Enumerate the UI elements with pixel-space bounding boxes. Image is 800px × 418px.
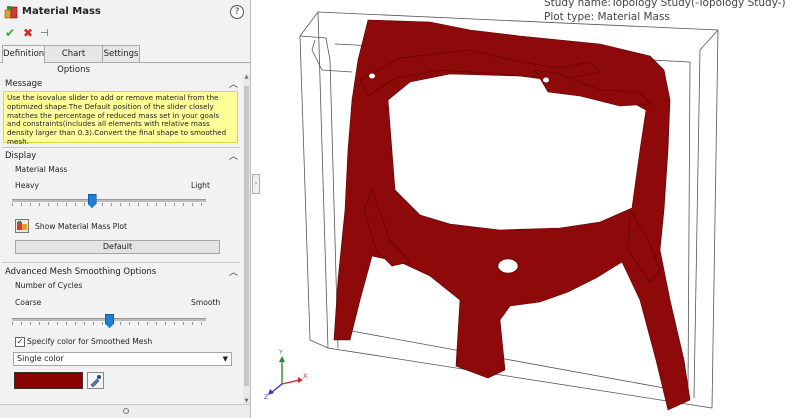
divider <box>2 262 240 263</box>
slider-ticks <box>12 203 206 206</box>
eyedropper-icon[interactable] <box>87 372 104 389</box>
color-mode-select[interactable]: Single color ▼ <box>13 352 232 366</box>
smooth-label: Smooth <box>191 298 221 307</box>
material-mass-label: Material Mass <box>15 165 68 174</box>
action-buttons: ✔ ✖ ⊣ <box>0 26 250 42</box>
show-plot-label[interactable]: Show Material Mass Plot <box>35 222 127 231</box>
tab-bar: Definition Chart Options Settings <box>0 45 250 75</box>
graphics-viewport[interactable]: Y X Z <box>260 0 800 418</box>
tab-definition[interactable]: Definition <box>2 45 45 63</box>
message-section-header[interactable]: Message ︿ <box>0 77 242 91</box>
cycles-slider-thumb[interactable] <box>105 314 114 328</box>
display-section-header[interactable]: Display ︿ <box>0 149 242 163</box>
display-header-label: Display <box>5 151 37 161</box>
tab-chart-options[interactable]: Chart Options <box>44 45 103 75</box>
chevron-down-icon: ▼ <box>222 355 228 363</box>
light-label: Light <box>191 181 210 190</box>
specify-color-checkbox[interactable]: ✓ <box>15 337 25 347</box>
message-header-label: Message <box>5 79 43 89</box>
part-hole <box>369 73 375 79</box>
ok-check-icon[interactable]: ✔ <box>5 26 15 40</box>
material-mass-slider-track[interactable] <box>12 199 206 202</box>
heavy-label: Heavy <box>15 181 40 190</box>
mesh-color-swatch[interactable] <box>14 372 83 389</box>
resize-grip-icon[interactable] <box>123 408 129 414</box>
color-mode-value: Single color <box>17 354 64 363</box>
default-button[interactable]: Default <box>15 240 220 254</box>
panel-scrollbar[interactable]: ▲ ▼ <box>243 74 250 404</box>
part-hole <box>497 258 519 274</box>
svg-text:Y: Y <box>278 349 283 356</box>
show-plot-icon[interactable] <box>15 219 29 233</box>
smoothing-header-label: Advanced Mesh Smoothing Options <box>5 267 157 277</box>
tab-settings[interactable]: Settings <box>102 45 140 62</box>
panel-title: Material Mass <box>22 6 101 17</box>
message-box: Use the isovalue slider to add or remove… <box>3 91 238 146</box>
cycles-label: Number of Cycles <box>15 281 83 290</box>
help-icon[interactable]: ? <box>230 5 244 19</box>
panel-collapse-handle[interactable]: › <box>252 174 260 194</box>
smoothing-section-header[interactable]: Advanced Mesh Smoothing Options ︿ <box>0 265 242 279</box>
panel-titlebar: Material Mass ? <box>0 0 250 26</box>
property-manager-panel: Material Mass ? ✔ ✖ ⊣ Definition Chart O… <box>0 0 251 418</box>
scrollbar-thumb[interactable] <box>244 86 249 386</box>
chevron-up-icon[interactable]: ︿ <box>229 149 238 162</box>
study-name-text: Study name:Topology Study(-Topology Stud… <box>544 0 786 9</box>
pin-icon[interactable]: ⊣ <box>40 28 49 39</box>
scroll-up-icon[interactable]: ▲ <box>243 74 250 80</box>
chevron-up-icon[interactable]: ︿ <box>229 265 238 278</box>
material-mass-icon <box>4 6 18 19</box>
part-hole <box>543 77 549 83</box>
divider <box>2 147 240 148</box>
chevron-up-icon[interactable]: ︿ <box>229 77 238 90</box>
panel-bottom-strip <box>0 404 250 418</box>
plot-type-text: Plot type: Material Mass <box>544 11 670 23</box>
coarse-label: Coarse <box>15 298 42 307</box>
svg-text:X: X <box>303 373 307 380</box>
cancel-x-icon[interactable]: ✖ <box>23 26 33 40</box>
coordinate-triad-icon: Y X Z <box>264 349 307 401</box>
specify-color-label[interactable]: Specify color for Smoothed Mesh <box>27 337 152 346</box>
svg-text:Z: Z <box>264 394 268 401</box>
topology-part <box>333 19 691 411</box>
